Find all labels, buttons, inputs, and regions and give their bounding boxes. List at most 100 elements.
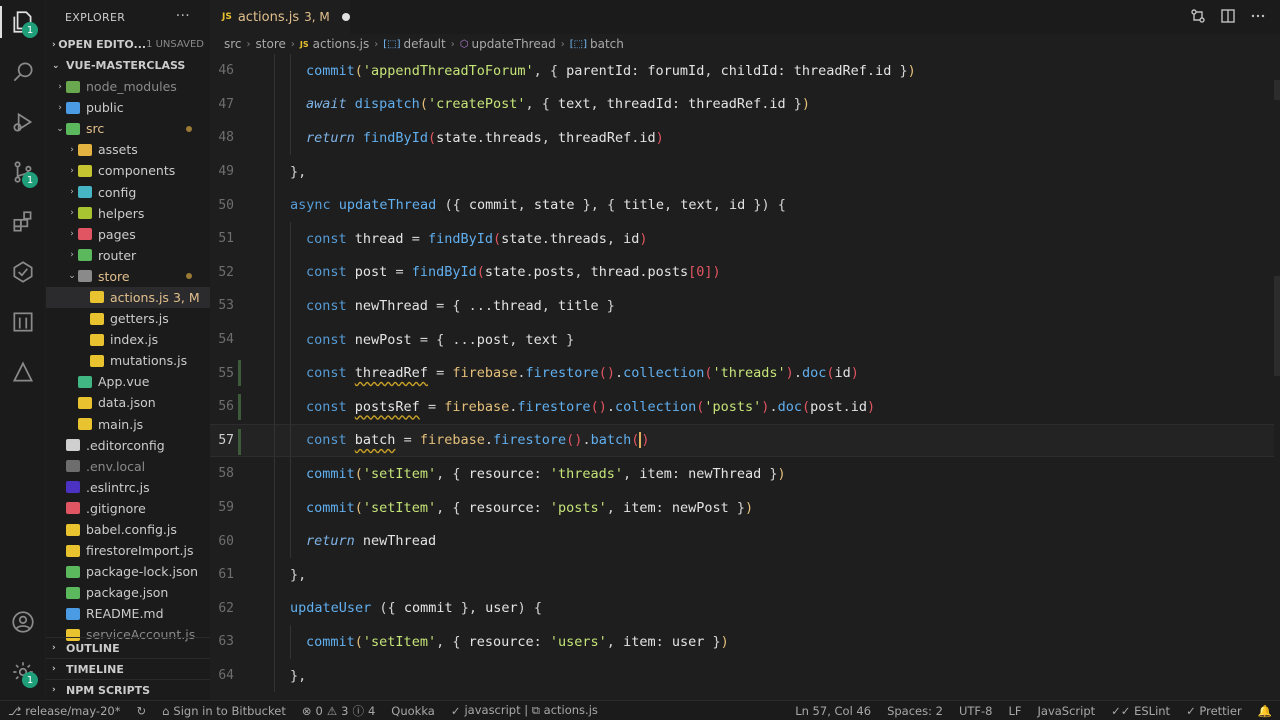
manage-gear-icon[interactable]: 1 <box>0 650 46 694</box>
code-text: commit('appendThreadToForum', { parentId… <box>306 62 916 79</box>
testing-icon[interactable] <box>0 250 46 294</box>
code-line[interactable]: 47 await dispatch('createPost', { text, t… <box>210 87 1280 122</box>
vertical-scrollbar[interactable] <box>1274 54 1280 700</box>
line-number: 59 <box>218 500 234 516</box>
line-endings[interactable]: LF <box>1000 704 1029 718</box>
code-line[interactable]: 54 const newPost = { ...post, text } <box>210 322 1280 357</box>
tree-item-label: data.json <box>98 395 156 411</box>
tree-item[interactable]: package-lock.json <box>46 561 210 582</box>
breadcrumb-src[interactable]: src <box>224 37 242 51</box>
open-editors-section[interactable]: › OPEN EDITO... 1 UNSAVED <box>46 34 210 55</box>
project-section[interactable]: ⌄ VUE-MASTERCLASS <box>46 55 210 76</box>
language-path[interactable]: ✓ javascript | ⧉ actions.js <box>443 703 606 718</box>
code-line[interactable]: 59 commit('setItem', { resource: 'posts',… <box>210 490 1280 525</box>
tree-item[interactable]: › assets <box>46 139 210 160</box>
notifications-bell-icon[interactable]: 🔔 <box>1250 704 1280 718</box>
split-editor-icon[interactable] <box>1220 8 1236 24</box>
tree-item[interactable]: App.vue <box>46 371 210 392</box>
run-debug-icon[interactable] <box>0 100 46 144</box>
tree-item[interactable]: › components <box>46 160 210 181</box>
chevron-right-icon: › <box>290 38 295 50</box>
tree-item[interactable]: › pages <box>46 224 210 245</box>
code-editor[interactable]: 46 commit('appendThreadToForum', { parent… <box>210 54 1280 700</box>
code-line[interactable]: 57 const batch = firebase.firestore().bat… <box>210 423 1280 458</box>
code-line[interactable]: 51 const thread = findById(state.threads,… <box>210 222 1280 256</box>
tree-item[interactable]: ⌄ store <box>46 266 210 287</box>
code-line[interactable]: 61}, <box>210 558 1280 592</box>
breadcrumb-batch[interactable]: batch <box>590 37 624 51</box>
tree-item[interactable]: README.md <box>46 603 210 624</box>
quokka-button[interactable]: Quokka <box>383 704 443 718</box>
tree-item[interactable]: getters.js <box>46 308 210 329</box>
code-line[interactable]: 60 return newThread <box>210 524 1280 558</box>
tree-item[interactable]: main.js <box>46 414 210 435</box>
code-line[interactable]: 50 async updateThread ({ commit, state },… <box>210 188 1280 222</box>
tree-item[interactable]: index.js <box>46 329 210 350</box>
tab-actions-js[interactable]: JS actions.js 3, M <box>210 0 350 34</box>
breadcrumb: src › store › JS actions.js › [⬚] defaul… <box>210 34 1280 54</box>
scrollbar-marker <box>1274 80 1280 100</box>
unsaved-dot-icon[interactable] <box>341 13 350 21</box>
tree-item[interactable]: ⌄ src <box>46 118 210 139</box>
problems-indicator[interactable]: ⊗ 0 ⚠ 3 ⓘ 4 <box>294 703 383 719</box>
line-number: 57 <box>218 432 234 448</box>
tree-item[interactable]: .editorconfig <box>46 435 210 456</box>
search-icon[interactable] <box>0 50 46 94</box>
code-line[interactable]: 62 updateUser ({ commit }, user) { <box>210 591 1280 626</box>
line-number: 61 <box>218 567 234 583</box>
encoding[interactable]: UTF-8 <box>951 704 1001 718</box>
tree-item-label: mutations.js <box>110 353 188 369</box>
tree-item[interactable]: data.json <box>46 392 210 413</box>
breadcrumb-store[interactable]: store <box>256 37 286 51</box>
timeline-section[interactable]: › TIMELINE <box>46 658 210 679</box>
compare-changes-icon[interactable] <box>1190 8 1206 24</box>
code-line[interactable]: 49}, <box>210 154 1280 189</box>
tree-item[interactable]: › router <box>46 245 210 266</box>
code-line[interactable]: 52 const post = findById(state.posts, thr… <box>210 255 1280 290</box>
prettier-status[interactable]: ✓ Prettier <box>1178 704 1250 718</box>
code-line[interactable]: 53 const newThread = { ...thread, title } <box>210 289 1280 323</box>
indent-guide <box>290 457 291 491</box>
code-line[interactable]: 64}, <box>210 658 1280 693</box>
eslint-status[interactable]: ✓✓ ESLint <box>1103 704 1178 718</box>
tree-item[interactable]: .eslintrc.js <box>46 477 210 498</box>
breadcrumb-file[interactable]: actions.js <box>313 37 370 51</box>
remote-explorer-icon[interactable] <box>0 300 46 344</box>
code-line[interactable]: 58 commit('setItem', { resource: 'threads… <box>210 457 1280 491</box>
outline-section[interactable]: › OUTLINE <box>46 637 210 658</box>
scrollbar-thumb[interactable] <box>1274 276 1280 376</box>
code-line[interactable]: 55 const threadRef = firebase.firestore()… <box>210 356 1280 390</box>
accounts-icon[interactable] <box>0 600 46 644</box>
source-control-icon[interactable]: 1 <box>0 150 46 194</box>
breadcrumb-default[interactable]: default <box>404 37 446 51</box>
code-line[interactable]: 46 commit('appendThreadToForum', { parent… <box>210 54 1280 88</box>
tree-item[interactable]: .gitignore <box>46 498 210 519</box>
tree-item[interactable]: mutations.js <box>46 350 210 371</box>
tree-item[interactable]: › node_modules <box>46 76 210 97</box>
deploy-icon[interactable] <box>0 350 46 394</box>
branch-indicator[interactable]: ⎇ release/may-20* <box>0 704 128 718</box>
more-actions-icon[interactable]: ··· <box>176 8 190 24</box>
tree-item[interactable]: firestoreImport.js <box>46 540 210 561</box>
explorer-icon[interactable]: 1 <box>0 0 46 44</box>
sync-icon[interactable]: ↻ <box>128 704 154 718</box>
bitbucket-signin[interactable]: ⌂ Sign in to Bitbucket <box>154 704 294 718</box>
extensions-icon[interactable] <box>0 200 46 244</box>
tree-item[interactable]: .env.local <box>46 456 210 477</box>
code-line[interactable]: 63 commit('setItem', { resource: 'users',… <box>210 625 1280 659</box>
tree-item[interactable]: babel.config.js <box>46 519 210 540</box>
tree-item[interactable]: package.json <box>46 582 210 603</box>
breadcrumb-updatethread[interactable]: updateThread <box>471 37 555 51</box>
tree-item[interactable]: › public <box>46 97 210 118</box>
cursor-position[interactable]: Ln 57, Col 46 <box>787 704 879 718</box>
file-icon <box>90 354 104 367</box>
code-line[interactable]: 56 const postsRef = firebase.firestore().… <box>210 390 1280 424</box>
language-mode[interactable]: JavaScript <box>1030 704 1104 718</box>
tree-item[interactable]: › config <box>46 181 210 202</box>
tree-item[interactable]: actions.js 3, M <box>46 286 210 309</box>
code-line[interactable]: 48 return findById(state.threads, threadR… <box>210 121 1280 155</box>
npm-scripts-section[interactable]: › NPM SCRIPTS <box>46 679 210 700</box>
tree-item[interactable]: › helpers <box>46 203 210 224</box>
indentation[interactable]: Spaces: 2 <box>879 704 951 718</box>
more-actions-icon[interactable] <box>1250 8 1266 24</box>
